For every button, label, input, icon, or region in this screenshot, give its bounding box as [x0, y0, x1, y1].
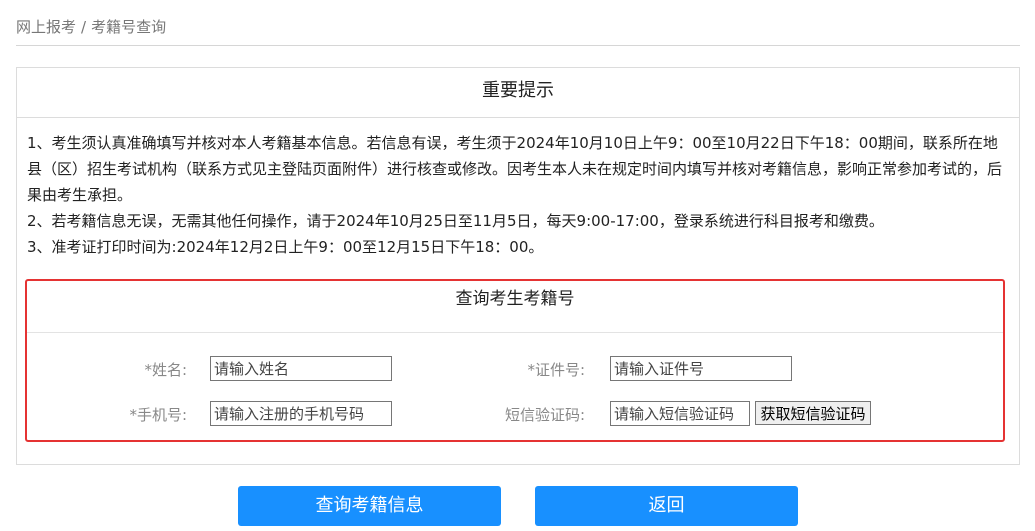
breadcrumb-separator: / — [81, 18, 87, 36]
notice-title: 重要提示 — [17, 68, 1019, 118]
id-number-label: *证件号: — [527, 361, 585, 379]
breadcrumb-divider — [16, 45, 1020, 46]
name-label: *姓名: — [144, 361, 187, 379]
phone-label: *手机号: — [129, 406, 187, 424]
id-number-input[interactable] — [610, 356, 792, 381]
sms-code-label: 短信验证码: — [504, 406, 585, 424]
notice-item-3: 3、准考证打印时间为:2024年12月2日上午9：00至12月15日下午18：0… — [27, 238, 544, 256]
notice-body: 1、考生须认真准确填写并核对本人考籍基本信息。若信息有误，考生须于2024年10… — [17, 118, 1019, 260]
form-row-phone-sms: *手机号: 短信验证码: 获取短信验证码 — [27, 401, 1003, 427]
query-form-title: 查询考生考籍号 — [27, 281, 1003, 333]
notice-item-1: 1、考生须认真准确填写并核对本人考籍基本信息。若信息有误，考生须于2024年10… — [27, 134, 1003, 204]
query-form: 查询考生考籍号 *姓名: *证件号: *手机号: 短信验证码: 获取短信验证码 — [25, 279, 1005, 442]
breadcrumb-item-current: 考籍号查询 — [91, 18, 167, 36]
breadcrumb-item-online-registration[interactable]: 网上报考 — [16, 18, 76, 36]
main-panel: 重要提示 1、考生须认真准确填写并核对本人考籍基本信息。若信息有误，考生须于20… — [16, 67, 1020, 465]
query-info-button[interactable]: 查询考籍信息 — [238, 486, 501, 526]
get-sms-code-button[interactable]: 获取短信验证码 — [755, 401, 871, 425]
sms-code-input[interactable] — [610, 401, 750, 426]
phone-input[interactable] — [210, 401, 392, 426]
notice-item-2: 2、若考籍信息无误，无需其他任何操作，请于2024年10月25日至11月5日，每… — [27, 212, 884, 230]
breadcrumb: 网上报考 / 考籍号查询 — [16, 16, 166, 37]
name-input[interactable] — [210, 356, 392, 381]
form-row-name-id: *姓名: *证件号: — [27, 356, 1003, 382]
back-button[interactable]: 返回 — [535, 486, 798, 526]
